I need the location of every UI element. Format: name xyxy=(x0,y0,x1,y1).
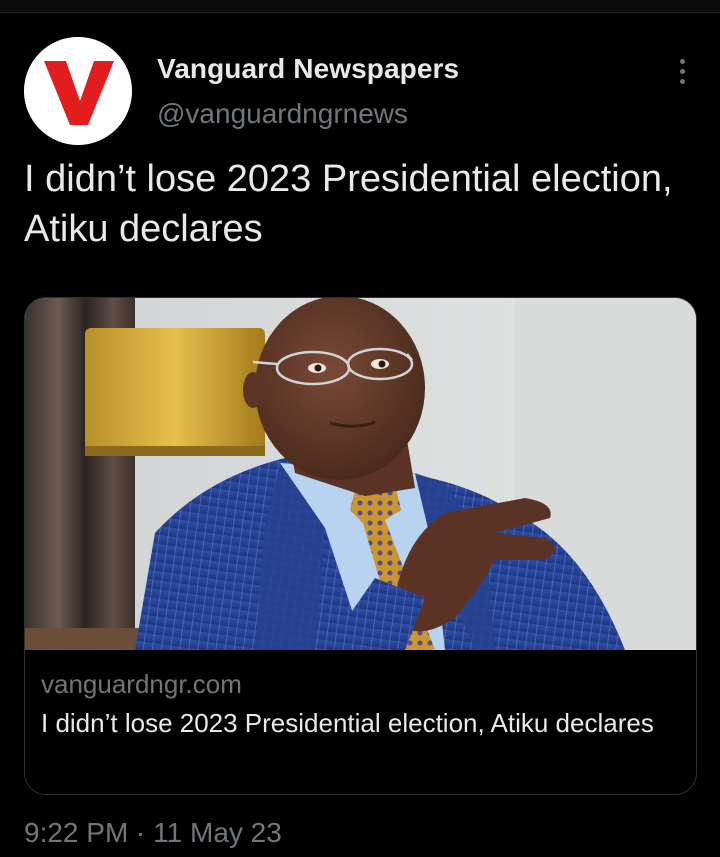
card-domain[interactable]: vanguardngr.com xyxy=(41,669,242,700)
tweet-text: I didn’t lose 2023 Presidential election… xyxy=(24,158,673,250)
card-title[interactable]: I didn’t lose 2023 Presidential election… xyxy=(41,704,681,742)
more-vertical-icon xyxy=(679,58,685,64)
author-handle[interactable]: @vanguardngrnews xyxy=(157,98,408,130)
author-avatar[interactable] xyxy=(24,37,132,145)
tweet-timestamp[interactable]: 9:22 PM · 11 May 23 xyxy=(24,817,282,849)
vanguard-logo-icon xyxy=(24,37,132,145)
article-photo xyxy=(25,298,696,650)
more-options-button[interactable] xyxy=(664,54,700,88)
link-preview-card[interactable]: vanguardngr.com I didn’t lose 2023 Presi… xyxy=(24,297,697,795)
more-vertical-icon-dot xyxy=(679,78,685,84)
author-name[interactable]: Vanguard Newspapers xyxy=(157,53,459,85)
top-divider xyxy=(0,0,720,13)
more-vertical-icon-dot xyxy=(679,68,685,74)
